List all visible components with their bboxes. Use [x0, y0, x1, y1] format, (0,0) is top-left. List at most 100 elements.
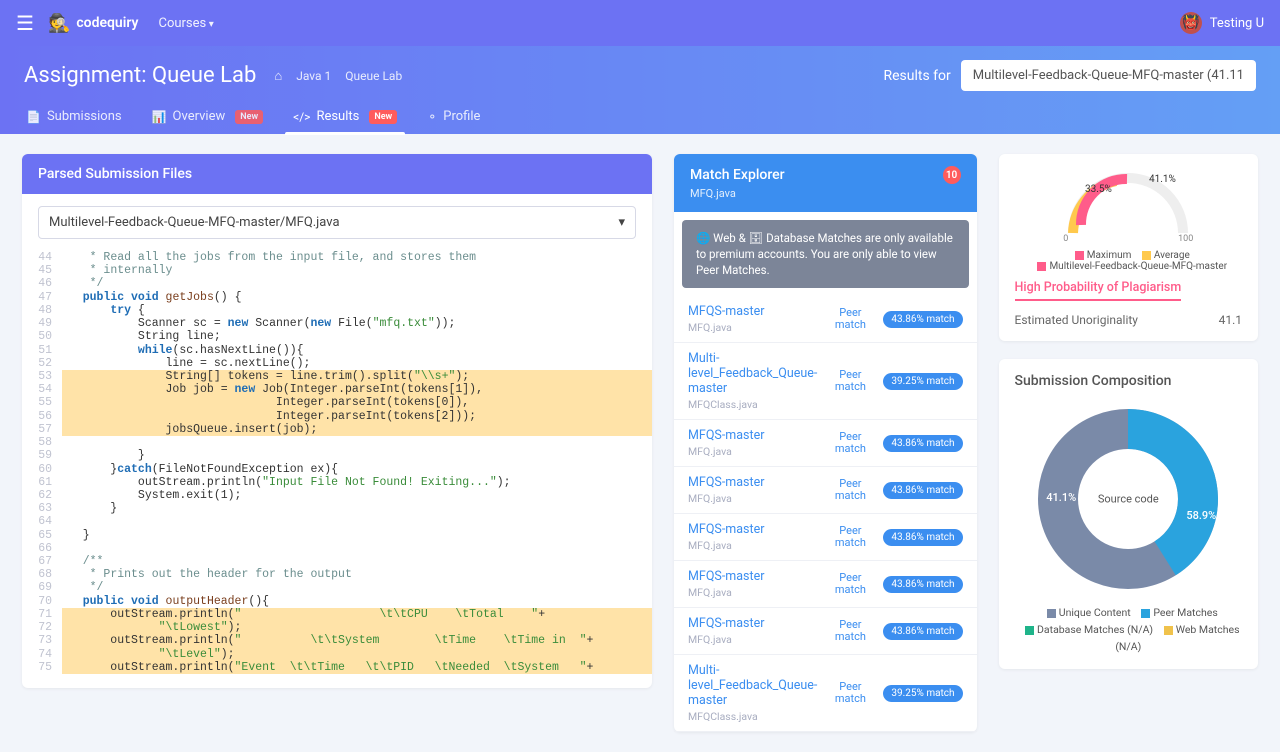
code-line: 59 }	[22, 449, 652, 462]
match-file: MFQ.java	[688, 321, 817, 334]
match-type: Peer match	[825, 478, 875, 502]
gauge-main-label: 41.1%	[1149, 174, 1176, 185]
match-type: Peer match	[825, 369, 875, 393]
code-line: 58	[22, 436, 652, 449]
match-file: MFQ.java	[688, 445, 817, 458]
share-icon: ⚬	[427, 110, 437, 124]
crumb-assignment[interactable]: Queue Lab	[345, 69, 402, 83]
match-name: Multi-level_Feedback_Queue-master	[688, 663, 817, 708]
courses-dropdown[interactable]: Courses	[158, 16, 213, 31]
code-line: 55 Integer.parseInt(tokens[0]),	[22, 396, 652, 409]
match-explorer-title: Match Explorer	[690, 167, 785, 183]
user-name: Testing U	[1210, 16, 1264, 31]
results-for-label: Results for	[883, 68, 950, 84]
donut-center-label: Source code	[1098, 493, 1159, 506]
high-probability-label: High Probability of Plagiarism	[1015, 280, 1182, 301]
new-badge: New	[369, 110, 397, 124]
code-line: 72 "\tLowest");	[22, 621, 652, 634]
match-item[interactable]: MFQS-masterMFQ.javaPeer match43.86% matc…	[674, 608, 977, 655]
code-line: 63 }	[22, 502, 652, 515]
user-menu[interactable]: 👹 Testing U	[1180, 12, 1264, 34]
match-file: MFQClass.java	[688, 398, 817, 411]
code-line: 45 * internally	[22, 264, 652, 277]
match-item[interactable]: Multi-level_Feedback_Queue-master MFQClas…	[674, 655, 977, 732]
code-line: 47 public void getJobs() {	[22, 291, 652, 304]
gauge-scale-max: 100	[1178, 234, 1193, 244]
breadcrumb: ⌂ Java 1 Queue Lab	[274, 68, 402, 84]
code-line: 73 outStream.println(" \t\tSystem \tTime…	[22, 634, 652, 647]
code-line: 68 * Prints out the header for the outpu…	[22, 568, 652, 581]
crumb-course[interactable]: Java 1	[296, 69, 331, 83]
match-item[interactable]: MFQS-masterMFQ.javaPeer match43.86% matc…	[674, 561, 977, 608]
donut-pct-peer: 41.1%	[1046, 491, 1076, 504]
match-type: Peer match	[825, 431, 875, 455]
code-block: 44 * Read all the jobs from the input fi…	[22, 245, 652, 688]
results-for: Results for Multilevel-Feedback-Queue-MF…	[883, 60, 1256, 91]
tab-overview[interactable]: 📊 Overview New	[150, 101, 266, 134]
match-item[interactable]: MFQS-masterMFQ.javaPeer match43.86% matc…	[674, 420, 977, 467]
tab-results[interactable]: </> Results New	[291, 101, 399, 134]
match-percent: 43.86% match	[883, 623, 962, 640]
topbar: ☰ 🕵️ codequiry Courses 👹 Testing U	[0, 0, 1280, 46]
code-line: 53 String[] tokens = line.trim().split("…	[22, 370, 652, 383]
page-header: Assignment: Queue Lab ⌂ Java 1 Queue Lab…	[0, 46, 1280, 134]
menu-icon[interactable]: ☰	[16, 11, 34, 35]
new-badge: New	[235, 110, 263, 124]
file-select[interactable]: Multilevel-Feedback-Queue-MFQ-master/MFQ…	[38, 206, 636, 239]
brand-name: codequiry	[76, 15, 138, 31]
tab-profile[interactable]: ⚬ Profile	[425, 101, 482, 134]
right-column: 41.1% 33.5% 0 100 Maximum Average Multil…	[999, 154, 1258, 669]
match-file: MFQ.java	[688, 586, 817, 599]
match-explorer-panel: Match Explorer 10 MFQ.java 🌐 Web & 🗄 Dat…	[674, 154, 977, 732]
tab-submissions[interactable]: 📄 Submissions	[24, 101, 124, 134]
code-line: 51 while(sc.hasNextLine()){	[22, 344, 652, 357]
avatar: 👹	[1180, 12, 1202, 34]
code-line: 69 */	[22, 581, 652, 594]
code-icon: </>	[293, 110, 310, 124]
code-line: 44 * Read all the jobs from the input fi…	[22, 251, 652, 264]
match-count-badge: 10	[943, 166, 961, 184]
match-name: MFQS-master	[688, 475, 817, 490]
code-line: 54 Job job = new Job(Integer.parseInt(to…	[22, 383, 652, 396]
code-line: 70 public void outputHeader(){	[22, 595, 652, 608]
gauge-chart: 41.1% 33.5%	[1053, 168, 1203, 238]
est-unoriginality-value: 41.1	[1219, 313, 1242, 327]
code-line: 65 }	[22, 529, 652, 542]
match-item[interactable]: Multi-level_Feedback_Queue-masterMFQClas…	[674, 343, 977, 420]
logo-icon: 🕵️	[48, 13, 70, 34]
code-line: 61 outStream.println("Input File Not Fou…	[22, 476, 652, 489]
code-line: 48 try {	[22, 304, 652, 317]
document-icon: 📄	[26, 110, 41, 124]
match-item[interactable]: MFQS-masterMFQ.javaPeer match43.86% matc…	[674, 514, 977, 561]
match-name: MFQS-master	[688, 569, 817, 584]
match-file: MFQClass.java	[688, 710, 817, 723]
match-percent: 39.25% match	[883, 685, 962, 702]
tabs: 📄 Submissions 📊 Overview New </> Results…	[24, 101, 1256, 134]
code-line: 66	[22, 542, 652, 555]
code-line: 74 "\tLevel");	[22, 648, 652, 661]
code-line: 56 Integer.parseInt(tokens[2]));	[22, 410, 652, 423]
match-file: MFQ.java	[688, 633, 817, 646]
match-percent: 43.86% match	[883, 529, 962, 546]
code-line: 52 line = sc.nextLine();	[22, 357, 652, 370]
match-file: MFQ.java	[688, 539, 817, 552]
composition-panel: Submission Composition Source code 41.1%…	[999, 359, 1258, 669]
match-list: MFQS-master MFQ.java Peer match 43.86% matc…	[674, 296, 977, 732]
match-type: Peer match	[825, 681, 875, 705]
brand-logo[interactable]: 🕵️ codequiry	[48, 13, 139, 34]
composition-donut: Source code 41.1% 58.9%	[1028, 399, 1228, 599]
match-item[interactable]: MFQS-masterMFQ.javaPeer match43.86% matc…	[674, 296, 977, 343]
home-icon[interactable]: ⌂	[274, 68, 282, 84]
code-line: 64	[22, 515, 652, 528]
match-explorer-file: MFQ.java	[690, 187, 961, 200]
match-percent: 39.25% match	[883, 373, 962, 390]
match-type: Peer match	[825, 619, 875, 643]
results-select[interactable]: Multilevel-Feedback-Queue-MFQ-master (41…	[961, 60, 1256, 91]
match-percent: 43.86% match	[883, 576, 962, 593]
parsed-files-panel: Parsed Submission Files Multilevel-Feedb…	[22, 154, 652, 688]
match-item[interactable]: MFQS-masterMFQ.javaPeer match43.86% matc…	[674, 467, 977, 514]
match-percent: 43.86% match	[883, 311, 962, 328]
gauge-scale-min: 0	[1063, 234, 1068, 244]
code-line: 46 */	[22, 277, 652, 290]
match-name: MFQS-master	[688, 522, 817, 537]
